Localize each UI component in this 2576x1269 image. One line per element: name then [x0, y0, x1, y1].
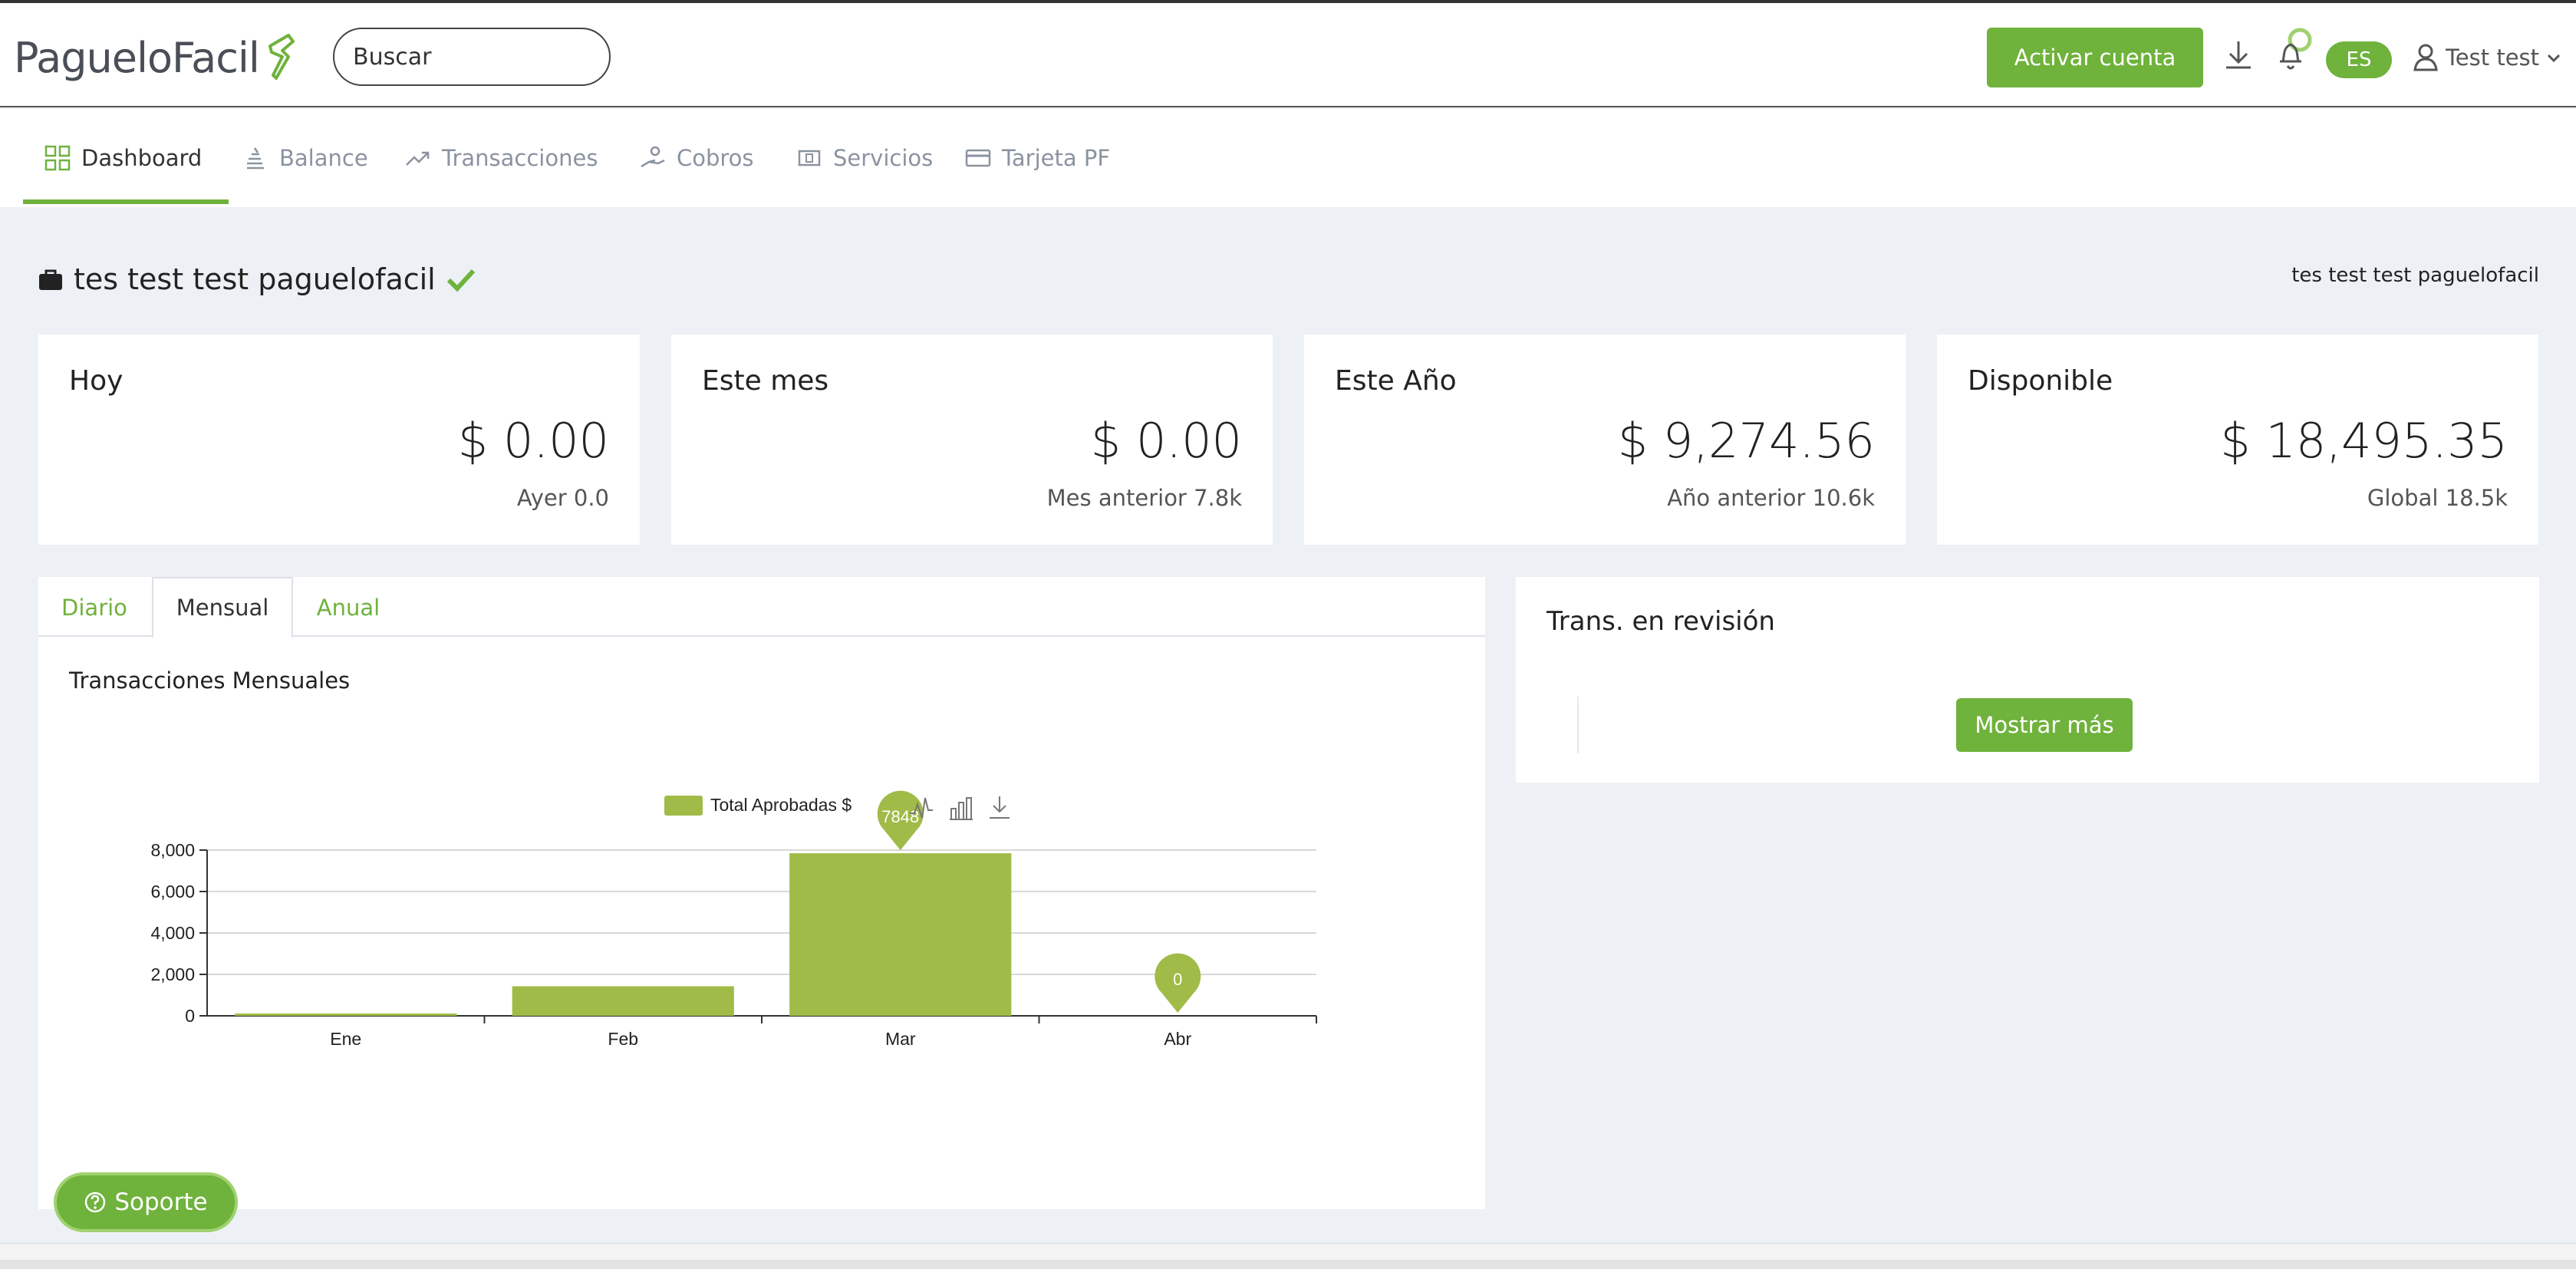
tab-anual[interactable]: Anual	[295, 577, 402, 638]
logo-mark-icon	[268, 34, 295, 80]
nav-label: Cobros	[677, 145, 754, 171]
chevron-down-icon	[2547, 54, 2561, 63]
chart-gridlines	[207, 849, 1316, 1017]
stat-card-hoy: Hoy $ 0.00 Ayer 0.0	[38, 335, 640, 545]
card-title: Este mes	[702, 365, 829, 397]
logo-text: PagueloFacil	[14, 33, 260, 82]
horizontal-scrollbar[interactable]	[0, 1260, 2576, 1269]
card-amount: $ 18,495.35	[2220, 413, 2508, 469]
nav-label: Dashboard	[81, 145, 203, 171]
chart-toolbox	[910, 796, 1010, 820]
chart-legend[interactable]: Total Aprobadas $	[664, 795, 852, 816]
y-tick-label: 2,000	[150, 964, 195, 984]
card-icon	[965, 149, 991, 167]
support-button[interactable]: Soporte	[54, 1172, 238, 1232]
download-icon[interactable]	[2222, 37, 2255, 74]
search-input[interactable]	[333, 28, 611, 86]
bar-chart: 0 2,000 4,000 6,000 8,000 Ene Feb Mar Abr 7848 0 …	[150, 790, 1317, 1049]
chart-panel: Diario Mensual Anual Transacciones Mensu…	[38, 577, 1485, 1209]
active-nav-indicator	[23, 199, 229, 204]
save-image-icon[interactable]	[990, 796, 1010, 819]
nav-label: Transacciones	[442, 145, 598, 171]
trend-icon	[406, 151, 430, 166]
marker-pin[interactable]: 7848	[877, 790, 924, 851]
review-divider	[1577, 697, 1579, 753]
y-tick-label: 8,000	[150, 840, 195, 860]
y-tick-label: 0	[185, 1006, 195, 1026]
logo[interactable]: PagueloFacil	[14, 23, 298, 92]
marker-label: 7848	[881, 807, 919, 826]
review-title: Trans. en revisión	[1547, 606, 1775, 637]
help-icon	[85, 1192, 106, 1213]
nav-transacciones[interactable]: Transacciones	[405, 109, 598, 207]
card-amount: $ 0.00	[457, 413, 609, 469]
user-icon	[2413, 44, 2438, 71]
marker-pin[interactable]: 0	[1155, 953, 1201, 1013]
chart-bars	[235, 853, 1012, 1016]
user-name: Test test	[2446, 44, 2540, 71]
chart-axes: 0 2,000 4,000 6,000 8,000 Ene Feb Mar Abr	[150, 840, 1317, 1049]
x-tick-label: Mar	[885, 1029, 916, 1049]
card-title: Hoy	[69, 365, 124, 397]
review-panel: Trans. en revisión Mostrar más	[1516, 577, 2539, 783]
tab-diario[interactable]: Diario	[38, 577, 150, 638]
company-label-right: tes test test paguelofacil	[2291, 264, 2539, 287]
bill-icon	[798, 150, 821, 166]
legend-swatch[interactable]	[664, 796, 703, 816]
nav-dashboard[interactable]: Dashboard	[44, 109, 202, 207]
stat-card-mes: Este mes $ 0.00 Mes anterior 7.8k	[671, 335, 1273, 545]
card-subtext: Año anterior 10.6k	[1667, 485, 1875, 511]
hand-coin-icon	[641, 146, 665, 168]
coins-icon	[247, 147, 264, 170]
period-tabs: Diario Mensual Anual	[38, 577, 1485, 638]
nav-servicios[interactable]: Servicios	[796, 109, 933, 207]
marker-label: 0	[1173, 970, 1182, 989]
company-header: tes test test paguelofacil	[38, 258, 476, 301]
stat-card-disponible: Disponible $ 18,495.35 Global 18.5k	[1937, 335, 2538, 545]
stat-card-ano: Este Año $ 9,274.56 Año anterior 10.6k	[1304, 335, 1906, 545]
card-subtext: Ayer 0.0	[516, 485, 609, 511]
briefcase-icon	[39, 269, 62, 290]
y-tick-label: 6,000	[150, 882, 195, 901]
y-tick-label: 4,000	[150, 923, 195, 943]
card-subtext: Mes anterior 7.8k	[1046, 485, 1242, 511]
tab-mensual[interactable]: Mensual	[152, 577, 293, 638]
top-header: PagueloFacil Activar cuenta ES Test test	[0, 0, 2576, 107]
nav-label: Servicios	[833, 145, 934, 171]
grid-icon	[44, 145, 71, 171]
nav-label: Balance	[279, 145, 368, 171]
company-name: tes test test paguelofacil	[74, 262, 436, 296]
x-tick-label: Feb	[608, 1029, 638, 1049]
x-tick-label: Abr	[1164, 1029, 1191, 1049]
bar-mar[interactable]	[789, 853, 1012, 1016]
bell-icon[interactable]	[2272, 26, 2315, 75]
bar-chart-icon[interactable]	[950, 797, 973, 820]
bar-feb[interactable]	[512, 986, 734, 1016]
card-subtext: Global 18.5k	[2367, 485, 2508, 511]
nav-tarjeta[interactable]: Tarjeta PF	[965, 109, 1110, 207]
x-tick-label: Ene	[330, 1029, 361, 1049]
legend-label[interactable]: Total Aprobadas $	[710, 795, 852, 815]
support-label: Soporte	[114, 1188, 208, 1216]
chart-title: Transacciones Mensuales	[69, 667, 351, 694]
verified-check-icon	[446, 269, 475, 292]
nav-label: Tarjeta PF	[1002, 145, 1111, 171]
card-amount: $ 9,274.56	[1617, 413, 1875, 469]
card-title: Disponible	[1968, 365, 2113, 397]
language-badge[interactable]: ES	[2326, 41, 2392, 78]
bar-ene[interactable]	[235, 1014, 457, 1016]
nav-balance[interactable]: Balance	[242, 109, 368, 207]
card-title: Este Año	[1335, 365, 1457, 397]
user-menu[interactable]: Test test	[2412, 38, 2562, 77]
activate-account-button[interactable]: Activar cuenta	[1987, 28, 2203, 87]
nav-cobros[interactable]: Cobros	[640, 109, 754, 207]
card-amount: $ 0.00	[1090, 413, 1242, 469]
show-more-button[interactable]: Mostrar más	[1956, 698, 2133, 752]
main-nav: Dashboard Balance Transacciones Cobros S…	[0, 109, 2576, 207]
